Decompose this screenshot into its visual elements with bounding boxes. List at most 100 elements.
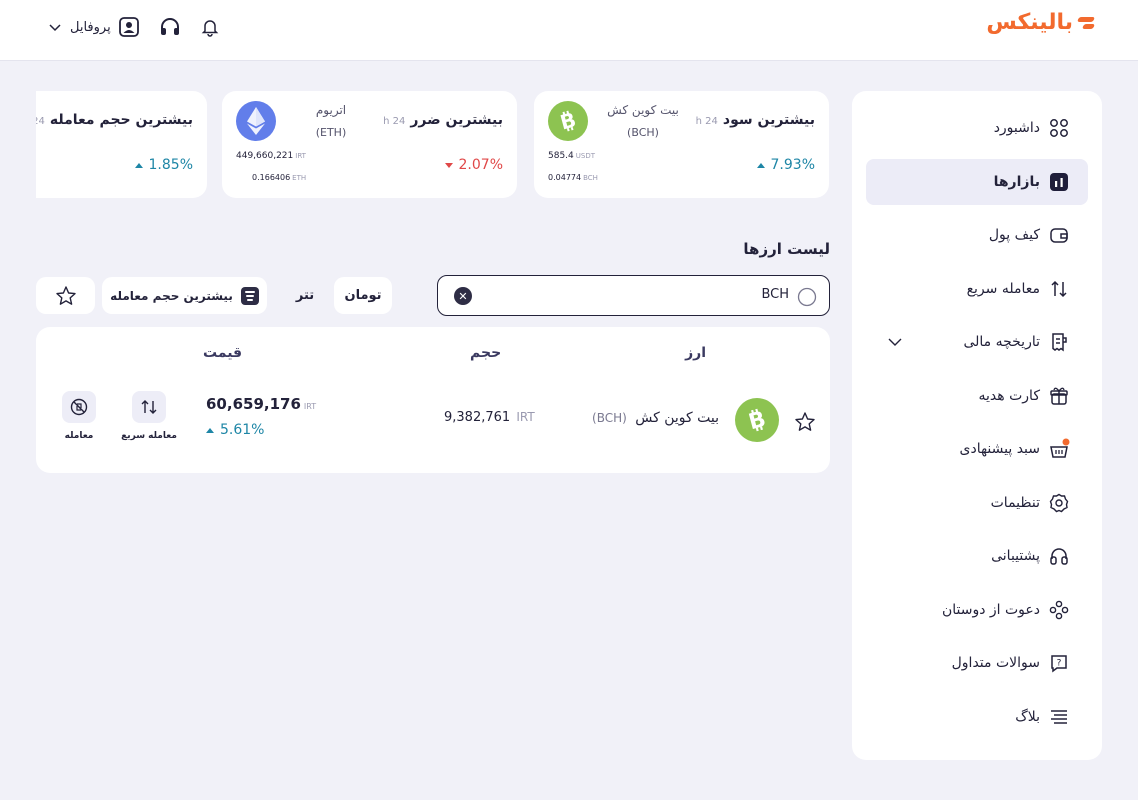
coin-amount-unit: ETH [292, 174, 307, 182]
sort-button[interactable]: بیشترین حجم معامله [102, 277, 267, 314]
coin-price: 449,660,221 IRT [236, 151, 306, 161]
sidebar-item-settings[interactable]: تنظیمات [866, 480, 1088, 526]
sidebar-item-markets[interactable]: بازارها [866, 158, 1088, 205]
coin-name: بیت کوین کش (BCH) [592, 410, 719, 426]
receipt-icon [1048, 331, 1070, 353]
card-title-text: بیشترین سود [722, 112, 815, 128]
basket-icon [1048, 438, 1070, 460]
notifications-button[interactable] [197, 14, 223, 40]
coin-amount: 0.166406 ETH [252, 173, 306, 182]
coin-symbol: (ETH) [315, 126, 347, 139]
card-change-value: 2.07% [458, 157, 503, 173]
profile-button[interactable]: پروفایل [48, 14, 143, 40]
bitcoin-cash-logo-icon: B [548, 101, 588, 141]
card-change-value: 1.85% [148, 157, 193, 173]
wallet-icon [1048, 224, 1070, 246]
sidebar-item-faq[interactable]: ? سوالات متداول [866, 640, 1088, 686]
card-change: 1.85% [134, 157, 193, 173]
coin-name-text: بیت کوین کش [635, 410, 719, 426]
logo-text: بالینکس [986, 10, 1073, 35]
tab-tether[interactable]: تتر [276, 277, 334, 314]
sidebar-item-wallet[interactable]: کیف پول [866, 212, 1088, 258]
card-title-text: بیشترین ضرر [410, 112, 503, 128]
coin-symbol: (BCH) [627, 126, 659, 139]
sidebar-item-label: دعوت از دوستان [941, 601, 1040, 618]
sidebar-item-dashboard[interactable]: داشبورد [866, 105, 1088, 151]
card-title-text: بیشترین حجم معامله [49, 112, 193, 128]
top-bar: بالینکس پروفایل [0, 0, 1138, 61]
top-gainer-card[interactable]: بیشترین سود 24 h 7.93% B بیت کوین کش (BC… [534, 91, 829, 198]
price-unit: IRT [303, 402, 317, 411]
tab-toman[interactable]: تومان [334, 277, 392, 314]
bell-icon [201, 20, 219, 37]
coin-price: 60,659,176 IRT [206, 395, 316, 413]
coin-price-value: 585.4 [548, 151, 574, 161]
search-input[interactable]: BCH ✕ [437, 275, 830, 316]
profile-label: پروفایل [70, 19, 111, 35]
sidebar-item-label: کارت هدیه [978, 387, 1040, 404]
chevron-down-icon[interactable] [886, 333, 904, 351]
support-button[interactable] [157, 14, 183, 40]
coin-name: اتریوم [315, 103, 347, 117]
trade-icon-box [62, 391, 96, 423]
logo-mark-icon [1076, 16, 1094, 30]
stats-cards: بیشترین سود 24 h 7.93% B بیت کوین کش (BC… [36, 91, 830, 198]
sidebar-item-suggested-basket[interactable]: سبد پیشنهادی [866, 426, 1088, 472]
sidebar-item-quick-trade[interactable]: معامله سریع [866, 266, 1088, 312]
sidebar-item-financial-history[interactable]: تاریخچه مالی [866, 319, 1088, 365]
sidebar-item-label: بازارها [993, 173, 1040, 190]
coin-info: B بیت کوین کش (BCH) 585.4 USDT 0.04774 BCH [548, 101, 688, 191]
top-loser-card[interactable]: بیشترین ضرر 24 h 2.07% اتریوم (ETH) 449,… [222, 91, 517, 198]
sidebar-item-label: بلاگ [1015, 708, 1040, 725]
sidebar-item-gift-card[interactable]: کارت هدیه [866, 373, 1088, 419]
quote-currency-toggle: تومان تتر [275, 277, 392, 314]
card-period: 24 h [695, 116, 718, 127]
trade-button[interactable]: معامله [49, 391, 109, 441]
dashboard-grid-icon [1048, 117, 1070, 139]
card-period: 24 h [36, 116, 45, 127]
coin-symbol: (BCH) [592, 411, 627, 425]
up-arrow-icon [134, 162, 143, 168]
swap-arrows-icon [1048, 278, 1070, 300]
chevron-down-icon [49, 24, 61, 32]
gift-icon [1048, 385, 1070, 407]
sidebar-item-blog[interactable]: بلاگ [866, 694, 1088, 740]
coin-price-unit: USDT [575, 152, 595, 160]
coin-amount-value: 0.166406 [252, 173, 291, 182]
quick-trade-button[interactable]: معامله سریع [119, 391, 179, 441]
coin-name: بیت کوین کش [607, 103, 679, 117]
card-title: بیشترین سود 24 h [696, 112, 815, 128]
volume-value: 9,382,761 [444, 410, 511, 425]
coin-amount: 0.04774 BCH [548, 173, 598, 182]
trade-label: معامله [64, 431, 94, 441]
card-title: بیشترین ضرر 24 h [383, 112, 503, 128]
bitcoin-cash-logo-icon: B [735, 398, 779, 442]
settings-gear-icon [1048, 492, 1070, 514]
coin-amount-unit: BCH [583, 174, 598, 182]
brand-logo[interactable]: بالینکس [986, 10, 1094, 35]
sidebar-item-label: تنظیمات [990, 494, 1040, 511]
top-volume-card[interactable]: بیشترین حجم معامله 24 h 1.85% [36, 91, 207, 198]
trade-icon [70, 398, 88, 416]
sidebar-item-label: معامله سریع [966, 280, 1040, 297]
sidebar-item-invite-friends[interactable]: دعوت از دوستان [866, 587, 1088, 633]
sort-label: بیشترین حجم معامله [110, 288, 233, 303]
change-value: 5.61% [220, 422, 265, 438]
clear-search-icon[interactable]: ✕ [454, 287, 472, 305]
down-arrow-icon [444, 162, 453, 168]
column-header-volume: حجم [470, 345, 502, 361]
volume-unit: IRT [516, 410, 535, 424]
currency-list-title: لیست ارزها [743, 240, 830, 258]
header-actions: پروفایل [48, 14, 223, 40]
coin-price: 585.4 USDT [548, 151, 595, 161]
price-value: 60,659,176 [206, 395, 301, 413]
card-change: 2.07% [444, 157, 503, 173]
star-icon [55, 285, 76, 305]
favorites-filter-button[interactable] [36, 277, 95, 314]
star-icon[interactable] [794, 411, 816, 433]
sidebar: داشبورد بازارها کیف پول معامله سریع تاری… [852, 91, 1102, 760]
card-change-value: 7.93% [770, 157, 815, 173]
sidebar-item-support[interactable]: پشتیبانی [866, 533, 1088, 579]
up-arrow-icon [756, 162, 765, 168]
markets-chart-icon [1048, 171, 1070, 193]
